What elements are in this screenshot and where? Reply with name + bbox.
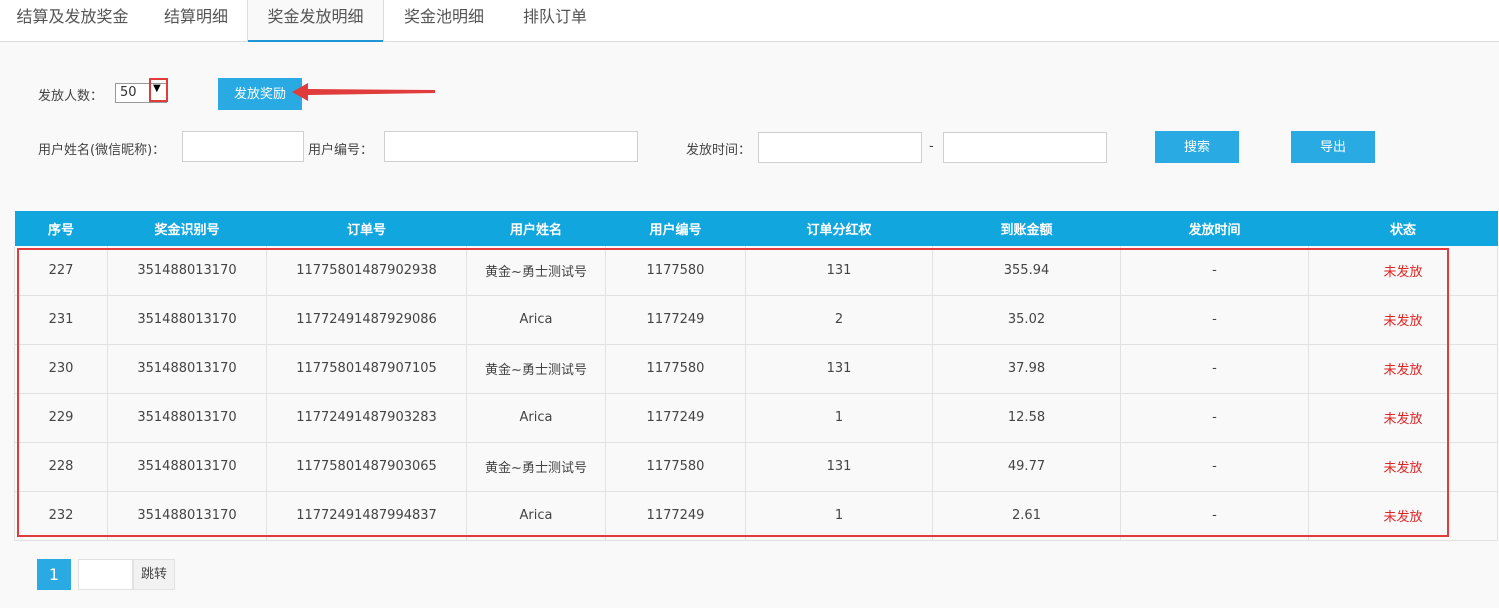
cell-status: 未发放 bbox=[1308, 491, 1498, 541]
cell-user-id: 1177249 bbox=[605, 491, 746, 541]
cell-order-no: 11775801487903065 bbox=[266, 442, 467, 492]
cell-username: 黄金~勇士测试号 bbox=[466, 246, 606, 296]
tab-settle-and-issue[interactable]: 结算及发放奖金 bbox=[0, 0, 145, 41]
cell-seq: 231 bbox=[14, 295, 108, 345]
cell-seq: 232 bbox=[14, 491, 108, 541]
export-button[interactable]: 导出 bbox=[1291, 131, 1375, 163]
cell-amount: 12.58 bbox=[932, 393, 1121, 443]
date-separator: - bbox=[929, 139, 934, 154]
cell-bonus-id: 351488013170 bbox=[107, 344, 267, 394]
cell-status: 未发放 bbox=[1308, 246, 1498, 296]
cell-dividend: 1 bbox=[745, 491, 933, 541]
cell-issue-time: - bbox=[1120, 442, 1309, 492]
table-row: 231 351488013170 11772491487929086 Arica… bbox=[14, 295, 1498, 345]
cell-username: 黄金~勇士测试号 bbox=[466, 442, 606, 492]
cell-dividend: 1 bbox=[745, 393, 933, 443]
user-id-input[interactable] bbox=[384, 131, 638, 162]
annotation-arrow-icon bbox=[292, 83, 435, 101]
cell-dividend: 131 bbox=[745, 442, 933, 492]
header-seq: 序号 bbox=[14, 211, 108, 246]
cell-bonus-id: 351488013170 bbox=[107, 246, 267, 296]
cell-issue-time: - bbox=[1120, 393, 1309, 443]
table-row: 227 351488013170 11775801487902938 黄金~勇士… bbox=[14, 246, 1498, 296]
issue-count-label: 发放人数： bbox=[38, 89, 104, 104]
tab-bonus-issue-detail[interactable]: 奖金发放明细 bbox=[247, 0, 384, 42]
cell-status: 未发放 bbox=[1308, 442, 1498, 492]
cell-seq: 227 bbox=[14, 246, 108, 296]
header-user-id: 用户编号 bbox=[605, 211, 746, 246]
header-status: 状态 bbox=[1308, 211, 1498, 246]
issue-time-label: 发放时间： bbox=[686, 143, 752, 158]
cell-amount: 355.94 bbox=[932, 246, 1121, 296]
cell-order-no: 11772491487903283 bbox=[266, 393, 467, 443]
page-jump-input[interactable] bbox=[78, 559, 133, 590]
header-username: 用户姓名 bbox=[466, 211, 606, 246]
table-row: 228 351488013170 11775801487903065 黄金~勇士… bbox=[14, 442, 1498, 492]
cell-bonus-id: 351488013170 bbox=[107, 393, 267, 443]
table-row: 229 351488013170 11772491487903283 Arica… bbox=[14, 393, 1498, 443]
cell-amount: 49.77 bbox=[932, 442, 1121, 492]
search-button[interactable]: 搜索 bbox=[1155, 131, 1239, 163]
bonus-issue-table: 序号 奖金识别号 订单号 用户姓名 用户编号 订单分红权 到账金额 发放时间 状… bbox=[14, 211, 1498, 541]
header-dividend: 订单分红权 bbox=[745, 211, 933, 246]
header-issue-time: 发放时间 bbox=[1120, 211, 1309, 246]
cell-amount: 2.61 bbox=[932, 491, 1121, 541]
cell-user-id: 1177249 bbox=[605, 393, 746, 443]
cell-dividend: 2 bbox=[745, 295, 933, 345]
cell-order-no: 11775801487902938 bbox=[266, 246, 467, 296]
cell-amount: 37.98 bbox=[932, 344, 1121, 394]
cell-username: 黄金~勇士测试号 bbox=[466, 344, 606, 394]
cell-issue-time: - bbox=[1120, 246, 1309, 296]
cell-status: 未发放 bbox=[1308, 344, 1498, 394]
page-jump-button[interactable]: 跳转 bbox=[133, 559, 175, 590]
start-date-input[interactable] bbox=[758, 132, 922, 163]
username-label: 用户姓名(微信昵称)： bbox=[38, 143, 166, 158]
cell-username: Arica bbox=[466, 491, 606, 541]
issue-reward-button[interactable]: 发放奖励 bbox=[218, 78, 302, 110]
tab-bar: 结算及发放奖金 结算明细 奖金发放明细 奖金池明细 排队订单 bbox=[0, 0, 1499, 42]
cell-user-id: 1177580 bbox=[605, 246, 746, 296]
end-date-input[interactable] bbox=[943, 132, 1107, 163]
cell-issue-time: - bbox=[1120, 344, 1309, 394]
cell-bonus-id: 351488013170 bbox=[107, 295, 267, 345]
page-number-button[interactable]: 1 bbox=[37, 559, 71, 590]
table-header-row: 序号 奖金识别号 订单号 用户姓名 用户编号 订单分红权 到账金额 发放时间 状… bbox=[14, 211, 1498, 246]
cell-username: Arica bbox=[466, 393, 606, 443]
cell-user-id: 1177580 bbox=[605, 442, 746, 492]
cell-order-no: 11772491487929086 bbox=[266, 295, 467, 345]
tab-settle-detail[interactable]: 结算明细 bbox=[145, 0, 247, 41]
cell-issue-time: - bbox=[1120, 295, 1309, 345]
select-dropdown-toggle[interactable]: ▼ bbox=[149, 78, 168, 102]
table-row: 232 351488013170 11772491487994837 Arica… bbox=[14, 491, 1498, 541]
cell-order-no: 11775801487907105 bbox=[266, 344, 467, 394]
header-order-no: 订单号 bbox=[266, 211, 467, 246]
cell-status: 未发放 bbox=[1308, 393, 1498, 443]
header-bonus-id: 奖金识别号 bbox=[107, 211, 267, 246]
cell-dividend: 131 bbox=[745, 344, 933, 394]
cell-seq: 229 bbox=[14, 393, 108, 443]
user-id-label: 用户编号： bbox=[308, 143, 374, 158]
cell-order-no: 11772491487994837 bbox=[266, 491, 467, 541]
chevron-down-icon: ▼ bbox=[153, 83, 161, 94]
table-row: 230 351488013170 11775801487907105 黄金~勇士… bbox=[14, 344, 1498, 394]
cell-issue-time: - bbox=[1120, 491, 1309, 541]
cell-dividend: 131 bbox=[745, 246, 933, 296]
tab-bonus-pool-detail[interactable]: 奖金池明细 bbox=[384, 0, 504, 41]
cell-bonus-id: 351488013170 bbox=[107, 442, 267, 492]
cell-status: 未发放 bbox=[1308, 295, 1498, 345]
tab-queue-orders[interactable]: 排队订单 bbox=[504, 0, 606, 41]
cell-bonus-id: 351488013170 bbox=[107, 491, 267, 541]
username-input[interactable] bbox=[182, 131, 304, 162]
header-amount: 到账金额 bbox=[932, 211, 1121, 246]
cell-user-id: 1177580 bbox=[605, 344, 746, 394]
cell-seq: 230 bbox=[14, 344, 108, 394]
cell-amount: 35.02 bbox=[932, 295, 1121, 345]
cell-username: Arica bbox=[466, 295, 606, 345]
cell-seq: 228 bbox=[14, 442, 108, 492]
cell-user-id: 1177249 bbox=[605, 295, 746, 345]
